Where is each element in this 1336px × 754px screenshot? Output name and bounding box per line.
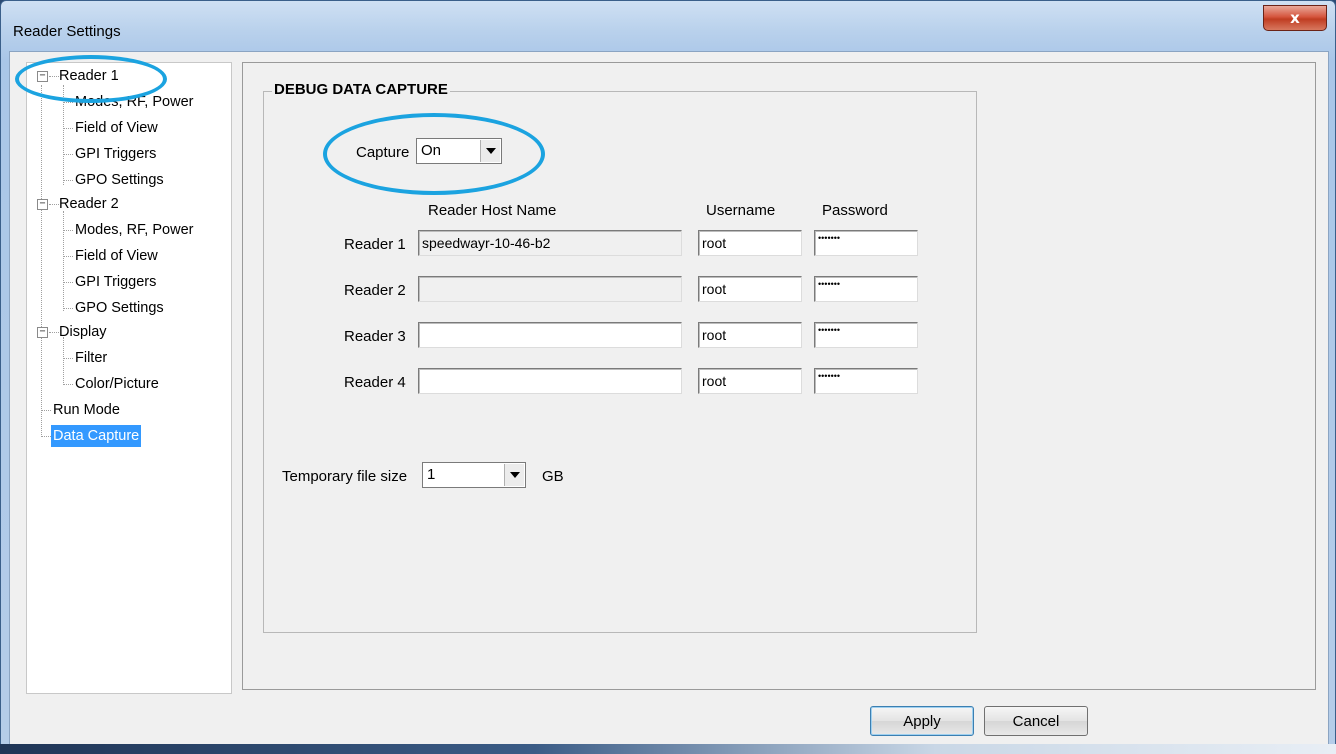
reader-2-host-field[interactable] bbox=[418, 276, 682, 302]
reader-2-label: Reader 2 bbox=[344, 282, 406, 299]
reader-4-password-field[interactable]: ••••••• bbox=[814, 368, 918, 394]
settings-panel: DEBUG DATA CAPTURE Capture On Reader Hos… bbox=[242, 62, 1316, 690]
reader-1-host-field[interactable]: speedwayr-10-46-b2 bbox=[418, 230, 682, 256]
window-title: Reader Settings bbox=[13, 23, 121, 40]
desktop-taskbar-strip bbox=[0, 744, 1336, 754]
reader-3-password-field[interactable]: ••••••• bbox=[814, 322, 918, 348]
close-button[interactable]: x bbox=[1263, 5, 1327, 31]
dialog-client-area: − Reader 1 Modes, RF, Power Field of Vie… bbox=[9, 51, 1329, 747]
col-header-host: Reader Host Name bbox=[428, 202, 557, 219]
group-title: DEBUG DATA CAPTURE bbox=[272, 81, 450, 98]
tempsize-select[interactable]: 1 bbox=[422, 462, 526, 488]
reader-1-label: Reader 1 bbox=[344, 236, 406, 253]
chevron-down-icon[interactable] bbox=[504, 464, 524, 486]
tree-connector bbox=[63, 211, 64, 311]
reader-1-username-field[interactable]: root bbox=[698, 230, 802, 256]
col-header-username: Username bbox=[706, 202, 776, 219]
capture-select[interactable]: On bbox=[416, 138, 502, 164]
tree-connector bbox=[63, 85, 64, 185]
reader-2-username-field[interactable]: root bbox=[698, 276, 802, 302]
capture-label: Capture bbox=[356, 144, 410, 161]
reader-4-host-field[interactable] bbox=[418, 368, 682, 394]
close-icon: x bbox=[1290, 9, 1300, 27]
tempsize-label: Temporary file size bbox=[282, 468, 408, 485]
collapse-icon[interactable]: − bbox=[37, 71, 48, 82]
apply-button[interactable]: Apply bbox=[870, 706, 974, 736]
reader-1-password-field[interactable]: ••••••• bbox=[814, 230, 918, 256]
reader-4-label: Reader 4 bbox=[344, 374, 406, 391]
title-bar[interactable]: Reader Settings x bbox=[1, 1, 1335, 51]
chevron-down-icon[interactable] bbox=[480, 140, 500, 162]
reader-4-username-field[interactable]: root bbox=[698, 368, 802, 394]
reader-2-password-field[interactable]: ••••••• bbox=[814, 276, 918, 302]
reader-3-label: Reader 3 bbox=[344, 328, 406, 345]
tempsize-unit: GB bbox=[542, 468, 564, 485]
tree-connector bbox=[41, 85, 42, 435]
tree-connector bbox=[63, 337, 64, 385]
cancel-button[interactable]: Cancel bbox=[984, 706, 1088, 736]
reader-3-username-field[interactable]: root bbox=[698, 322, 802, 348]
debug-data-capture-group: DEBUG DATA CAPTURE Capture On Reader Hos… bbox=[263, 81, 977, 633]
reader-3-host-field[interactable] bbox=[418, 322, 682, 348]
collapse-icon[interactable]: − bbox=[37, 327, 48, 338]
collapse-icon[interactable]: − bbox=[37, 199, 48, 210]
reader-settings-window: Reader Settings x − Reader 1 Modes, RF, … bbox=[0, 0, 1336, 754]
settings-tree[interactable]: − Reader 1 Modes, RF, Power Field of Vie… bbox=[26, 62, 232, 694]
col-header-password: Password bbox=[822, 202, 888, 219]
